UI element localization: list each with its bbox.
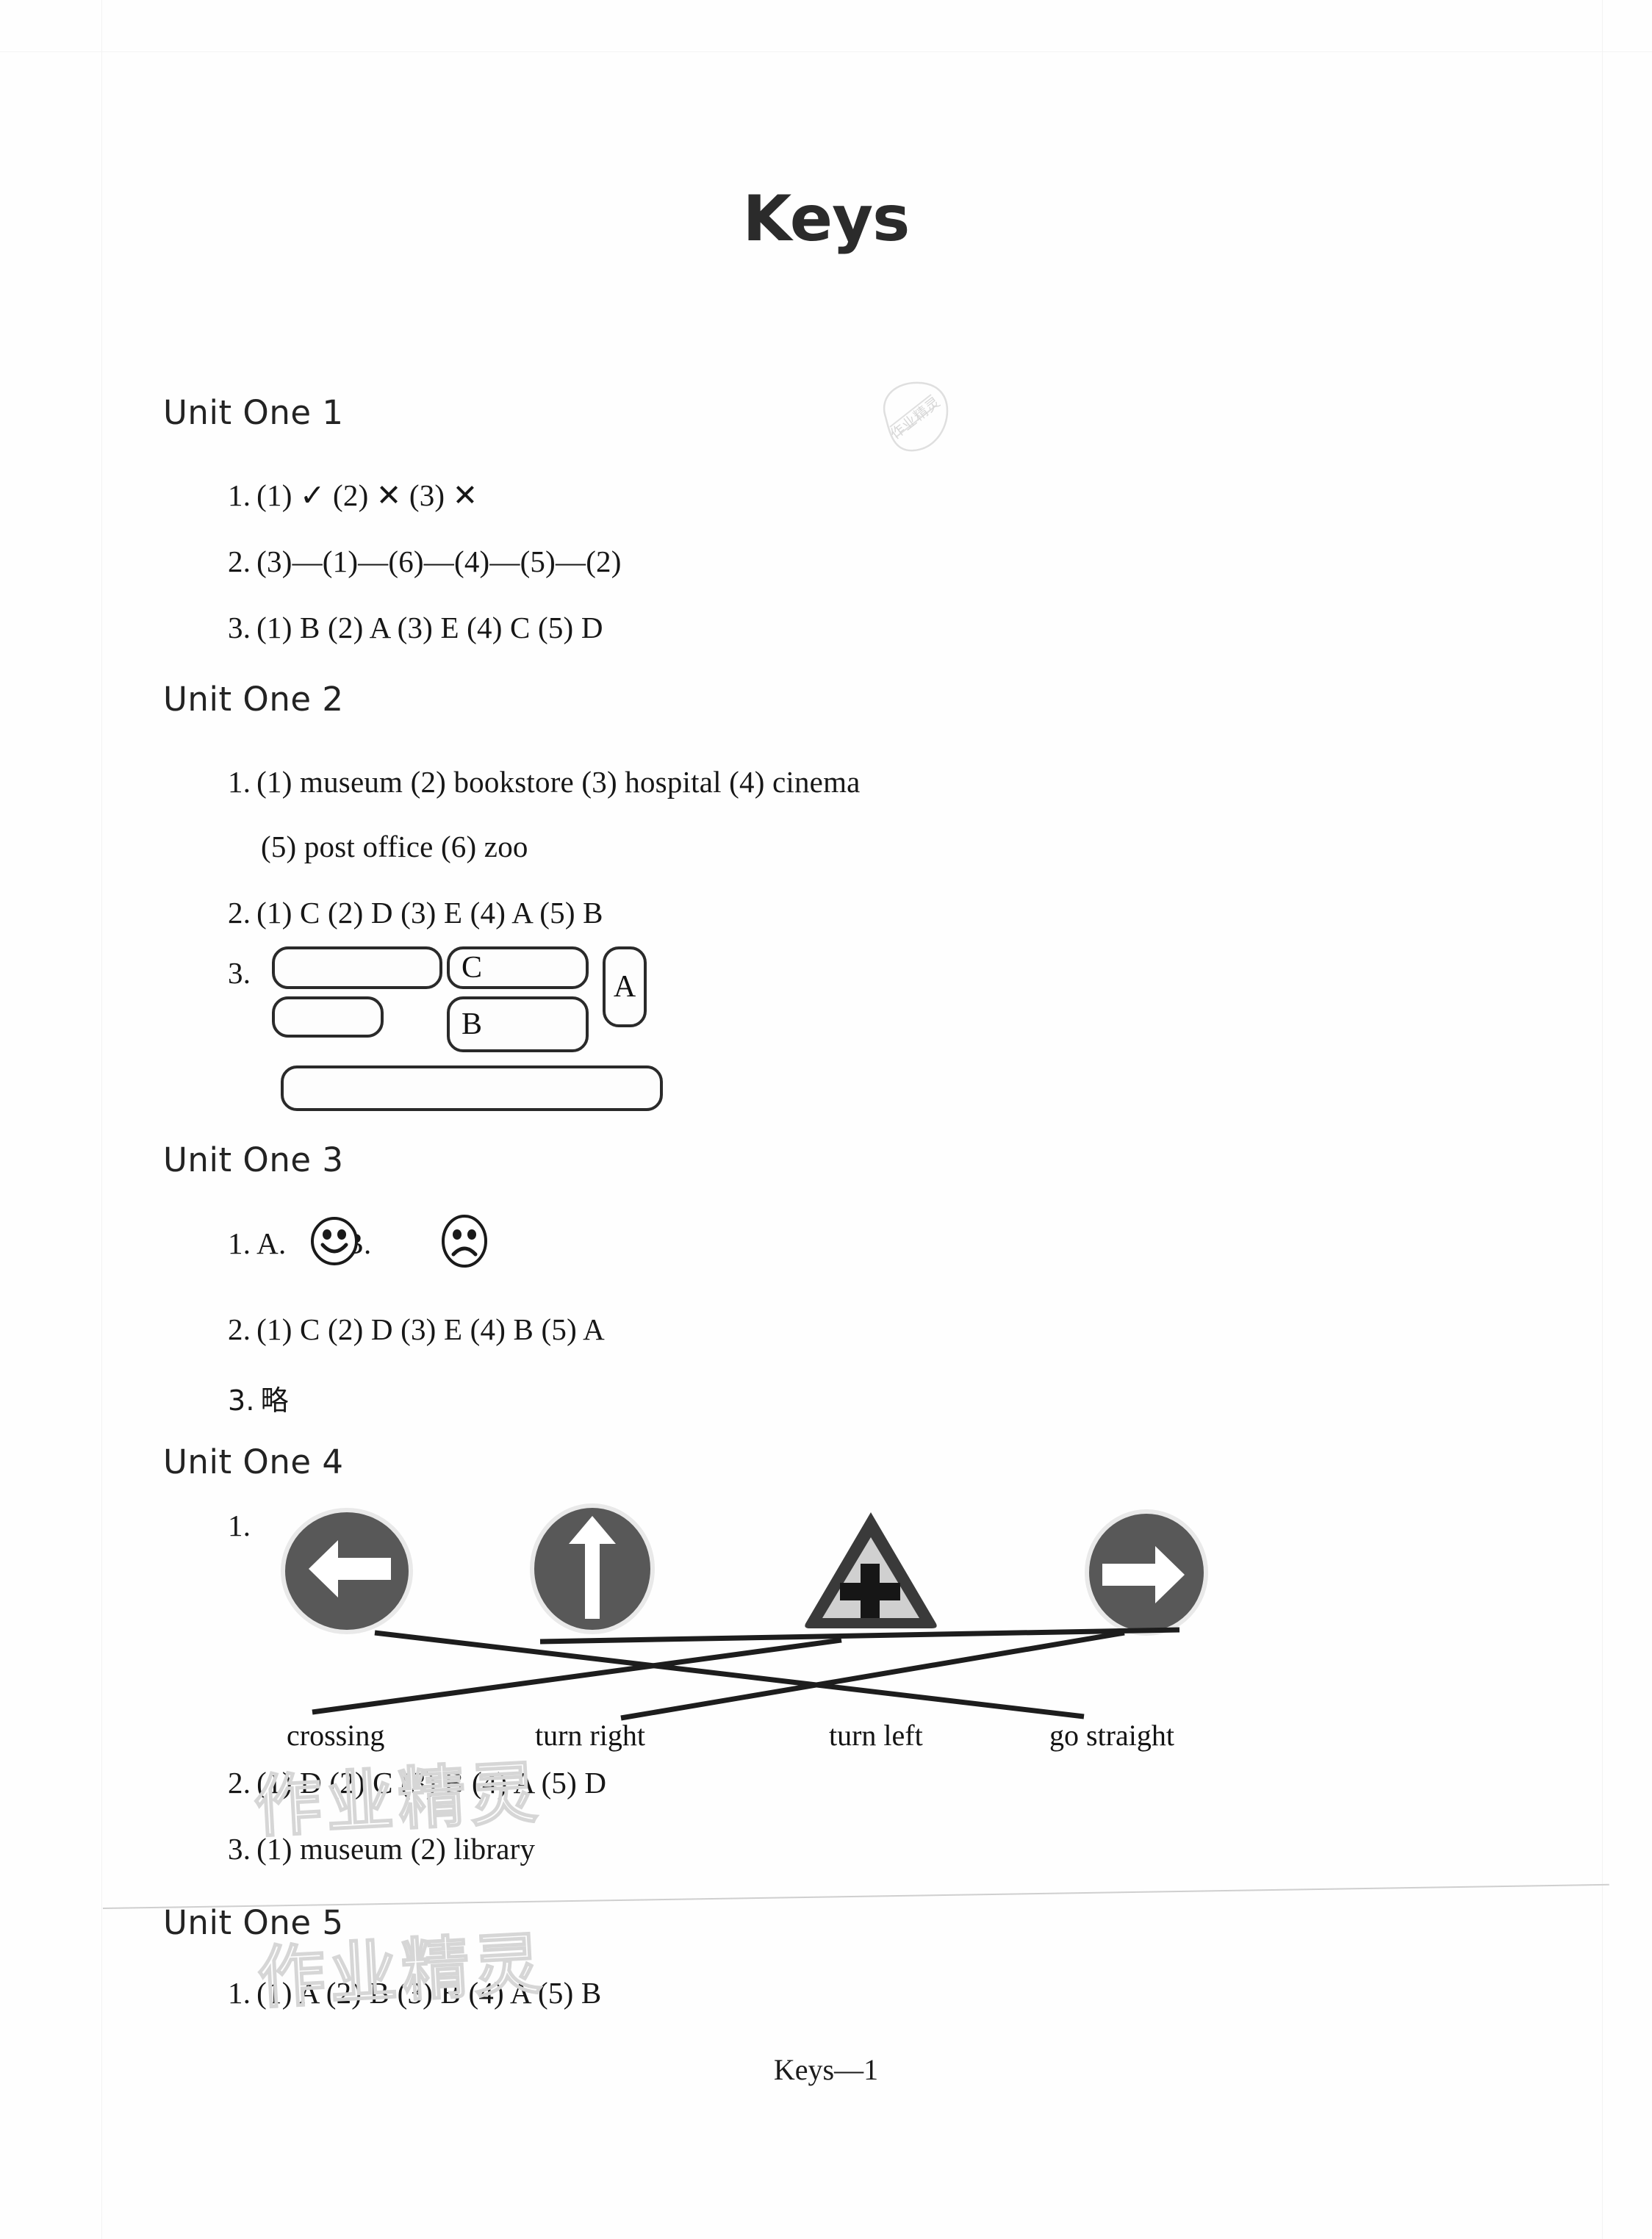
turn-left-sign-icon — [278, 1508, 416, 1638]
frowny-face-icon — [439, 1215, 489, 1271]
answer-number: 3. — [228, 1384, 255, 1417]
match-label-crossing: crossing — [287, 1719, 385, 1752]
answer-line-u3-3: 3. 略 — [228, 1378, 289, 1418]
box-label: A — [613, 970, 636, 1004]
unit-heading-one-4: Unit One 4 — [163, 1442, 344, 1481]
answer-line-u2-2: 2. (1) C (2) D (3) E (4) A (5) B — [228, 895, 603, 930]
answer-text: (1) B (2) A (3) E (4) C (5) D — [256, 611, 603, 644]
box-label: C — [462, 951, 483, 985]
match-label-turn-right: turn right — [535, 1719, 645, 1752]
matching-label: 1. — [228, 1509, 251, 1542]
answer-number: 1. — [228, 478, 251, 512]
unit-heading-one-5: Unit One 5 — [163, 1903, 344, 1942]
answer-line-u1-3: 3. (1) B (2) A (3) E (4) C (5) D — [228, 610, 603, 645]
answer-text: (1) C (2) D (3) E (4) B (5) A — [256, 1312, 605, 1346]
answer-text: 略 — [260, 1384, 289, 1417]
smiley-face-icon — [309, 1216, 359, 1270]
answer-line-u3-2: 2. (1) C (2) D (3) E (4) B (5) A — [228, 1312, 605, 1347]
unit-heading-one-2: Unit One 2 — [163, 680, 344, 719]
box-diagram-label: 3. — [228, 956, 251, 990]
answer-line-u4-3: 3. (1) museum (2) library — [228, 1831, 535, 1866]
watermark-stamp: 作业精灵 — [871, 378, 959, 456]
box-mid-middle[interactable]: B — [447, 996, 589, 1052]
answer-number: 2. — [228, 1766, 251, 1800]
answer-line-u1-2: 2. (3)—(1)—(6)—(4)—(5)—(2) — [228, 544, 622, 579]
box-label: B — [462, 1007, 483, 1041]
answer-number: 1. — [228, 765, 251, 799]
answer-number: 1. — [228, 1226, 251, 1260]
answer-text: (3)—(1)—(6)—(4)—(5)—(2) — [256, 545, 622, 578]
answer-text: (1) D (2) C (3) B (4) A (5) D — [256, 1766, 607, 1800]
answer-line-u5-1: 1. (1) A (2) B (3) B (4) A (5) B — [228, 1975, 601, 2010]
answer-number: 2. — [228, 896, 251, 930]
go-straight-sign-icon — [527, 1503, 658, 1639]
answer-number: 2. — [228, 545, 251, 578]
scan-edge-left — [101, 0, 102, 2239]
answer-text: (1) ✓ (2) ✕ (3) ✕ — [256, 478, 478, 512]
crossing-sign-icon — [797, 1506, 944, 1636]
answer-key-page: Keys 作业精灵 Unit One 1 1. (1) ✓ (2) ✕ (3) ✕… — [0, 0, 1652, 2239]
answer-number: 2. — [228, 1312, 251, 1346]
answer-line-u2-1b: (5) post office (6) zoo — [261, 829, 528, 864]
match-label-turn-left: turn left — [829, 1719, 923, 1752]
face-option-a: A. — [256, 1226, 287, 1260]
answer-number: 1. — [228, 1976, 251, 2010]
turn-right-sign-icon — [1082, 1509, 1211, 1639]
answer-text: (5) post office (6) zoo — [261, 830, 528, 863]
page-title: Keys — [742, 182, 911, 256]
unit-heading-one-1: Unit One 1 — [163, 393, 344, 432]
box-diagram: C A B — [272, 946, 676, 1115]
answer-number: 3. — [228, 611, 251, 644]
scan-edge-top — [0, 51, 1652, 52]
answer-text: (1) A (2) B (3) B (4) A (5) B — [256, 1976, 602, 2010]
box-top-left[interactable] — [272, 946, 442, 989]
answer-number: 3. — [228, 1832, 251, 1866]
answer-line-u2-1: 1. (1) museum (2) bookstore (3) hospital … — [228, 764, 861, 799]
box-top-middle[interactable]: C — [447, 946, 589, 989]
stamp-shape-icon — [883, 381, 949, 452]
answer-text: (1) museum (2) bookstore (3) hospital (4… — [256, 765, 861, 799]
scan-edge-right — [1602, 0, 1603, 2239]
unit-heading-one-3: Unit One 3 — [163, 1140, 344, 1179]
box-mid-left[interactable] — [272, 996, 384, 1038]
box-bottom-wide[interactable] — [281, 1065, 663, 1111]
box-right-tall[interactable]: A — [603, 946, 647, 1027]
answer-text: (1) C (2) D (3) E (4) A (5) B — [256, 896, 603, 930]
match-label-go-straight: go straight — [1049, 1719, 1174, 1752]
matching-lines — [312, 1627, 1180, 1721]
stamp-label: 作业精灵 — [887, 393, 944, 442]
page-footer: Keys—1 — [773, 2053, 879, 2086]
answer-line-u1-1: 1. (1) ✓ (2) ✕ (3) ✕ — [228, 478, 478, 513]
answer-text: (1) museum (2) library — [256, 1832, 536, 1866]
answer-line-u4-2: 2. (1) D (2) C (3) B (4) A (5) D — [228, 1765, 606, 1800]
